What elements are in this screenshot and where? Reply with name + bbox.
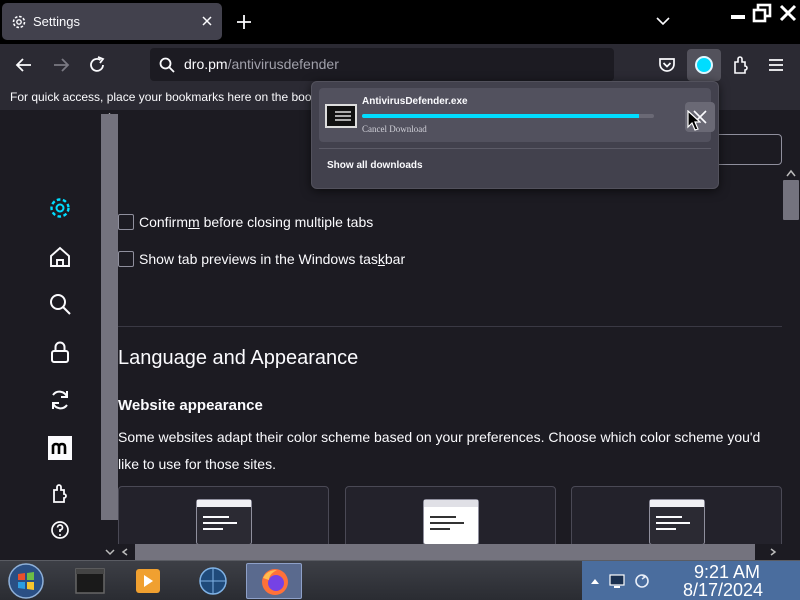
hamburger-menu-icon[interactable] bbox=[766, 55, 786, 75]
download-status: Cancel Download bbox=[362, 124, 427, 134]
bookmarks-hint: For quick access, place your bookmarks h… bbox=[10, 90, 312, 104]
tab-strip: Settings bbox=[0, 0, 800, 44]
restore-icon[interactable] bbox=[752, 3, 772, 23]
label-part: before closing multiple tabs bbox=[203, 214, 374, 230]
taskbar-app-network[interactable] bbox=[185, 563, 241, 599]
lock-icon[interactable] bbox=[47, 339, 73, 365]
theme-preview-light bbox=[423, 499, 479, 545]
download-progress-fill bbox=[362, 114, 640, 118]
url-host: dro.pm bbox=[184, 56, 228, 72]
theme-preview-automatic bbox=[196, 499, 252, 545]
mouse-cursor-icon bbox=[687, 110, 701, 131]
url-text: dro.pm/antivirusdefender bbox=[184, 56, 339, 72]
mozilla-m-icon[interactable] bbox=[47, 435, 73, 461]
confirm-close-tabs-label: Confirmm before closing multiple tabs bbox=[139, 214, 373, 230]
website-appearance-description: Some websites adapt their color scheme b… bbox=[118, 429, 761, 472]
theme-preview-dark bbox=[649, 499, 705, 545]
label-part: Confirm bbox=[139, 214, 189, 230]
label-part: bar bbox=[384, 251, 406, 267]
sync-icon[interactable] bbox=[47, 387, 73, 413]
website-appearance-title: Website appearance bbox=[118, 397, 263, 414]
terminal-icon bbox=[75, 568, 105, 594]
navigation-toolbar: dro.pm/antivirusdefender bbox=[0, 44, 800, 86]
sidebar-scrollbar[interactable] bbox=[101, 114, 118, 520]
url-path: /antivirusdefender bbox=[227, 56, 339, 72]
tray-expand-icon[interactable] bbox=[587, 573, 603, 589]
tab-previews-label: Show tab previews in the Windows taskbar bbox=[139, 251, 405, 267]
taskbar-app-media-player[interactable] bbox=[120, 563, 176, 599]
window-close-icon[interactable] bbox=[778, 3, 798, 23]
executable-file-icon bbox=[325, 104, 357, 128]
chevron-down-icon[interactable] bbox=[654, 13, 672, 29]
scroll-left-arrow-icon[interactable] bbox=[120, 547, 130, 557]
general-gear-icon[interactable] bbox=[47, 195, 73, 221]
browser-window: Settings dro.pm/antivirusdefender For qu… bbox=[0, 0, 800, 600]
clock-date[interactable]: 8/17/2024 bbox=[658, 580, 788, 600]
close-tab-icon[interactable] bbox=[199, 13, 215, 29]
section-title: Language and Appearance bbox=[118, 347, 359, 369]
sync-status-icon[interactable] bbox=[634, 573, 650, 589]
search-icon[interactable] bbox=[47, 291, 73, 317]
network-monitor-icon[interactable] bbox=[609, 573, 625, 589]
scroll-down-arrow-icon[interactable] bbox=[104, 547, 116, 557]
download-item[interactable]: AntivirusDefender.exe Cancel Download bbox=[319, 88, 715, 142]
panel-separator bbox=[319, 148, 711, 149]
confirm-close-tabs-checkbox[interactable] bbox=[118, 214, 134, 230]
downloads-button[interactable] bbox=[687, 49, 721, 81]
label-part: Show tab previews in the Windows tas bbox=[139, 251, 378, 267]
download-progress-icon bbox=[695, 56, 713, 74]
section-divider bbox=[118, 326, 782, 327]
start-button-icon[interactable] bbox=[6, 563, 46, 599]
tab-title: Settings bbox=[33, 14, 80, 29]
windows-taskbar: 9:21 AM 8/17/2024 bbox=[0, 560, 800, 600]
gear-icon bbox=[12, 15, 26, 29]
forward-icon[interactable] bbox=[50, 54, 72, 76]
scroll-right-arrow-icon[interactable] bbox=[768, 547, 778, 557]
address-bar[interactable]: dro.pm/antivirusdefender bbox=[150, 48, 614, 81]
horizontal-scrollbar-thumb[interactable] bbox=[135, 544, 755, 560]
search-settings-field[interactable] bbox=[708, 134, 782, 165]
home-icon[interactable] bbox=[47, 244, 73, 270]
main-scrollbar-thumb[interactable] bbox=[783, 180, 799, 220]
new-tab-icon[interactable] bbox=[234, 12, 254, 32]
taskbar-app-firefox[interactable] bbox=[246, 563, 302, 599]
label-accesskey: m bbox=[188, 214, 200, 230]
firefox-icon bbox=[262, 569, 288, 595]
back-icon[interactable] bbox=[13, 54, 35, 76]
minimize-icon[interactable] bbox=[729, 6, 747, 24]
taskbar-app-terminal[interactable] bbox=[62, 563, 118, 599]
media-player-icon bbox=[136, 569, 160, 593]
show-all-downloads-button[interactable]: Show all downloads bbox=[327, 160, 423, 171]
show-all-downloads-label: Show all downloads bbox=[327, 160, 423, 171]
downloads-panel: AntivirusDefender.exe Cancel Download Sh… bbox=[311, 81, 719, 189]
help-icon[interactable] bbox=[47, 517, 73, 543]
globe-icon bbox=[199, 567, 227, 595]
label-accesskey: k bbox=[377, 251, 385, 267]
tab-previews-checkbox[interactable] bbox=[118, 251, 134, 267]
tab-settings[interactable]: Settings bbox=[2, 3, 222, 40]
extensions-themes-icon[interactable] bbox=[47, 481, 73, 507]
extensions-icon[interactable] bbox=[729, 54, 751, 76]
download-file-name: AntivirusDefender.exe bbox=[362, 96, 468, 107]
pocket-icon[interactable] bbox=[656, 54, 678, 76]
scroll-up-arrow-icon[interactable] bbox=[784, 168, 798, 178]
search-icon bbox=[159, 57, 175, 73]
download-progress-bar bbox=[362, 114, 654, 118]
reload-icon[interactable] bbox=[86, 54, 108, 76]
